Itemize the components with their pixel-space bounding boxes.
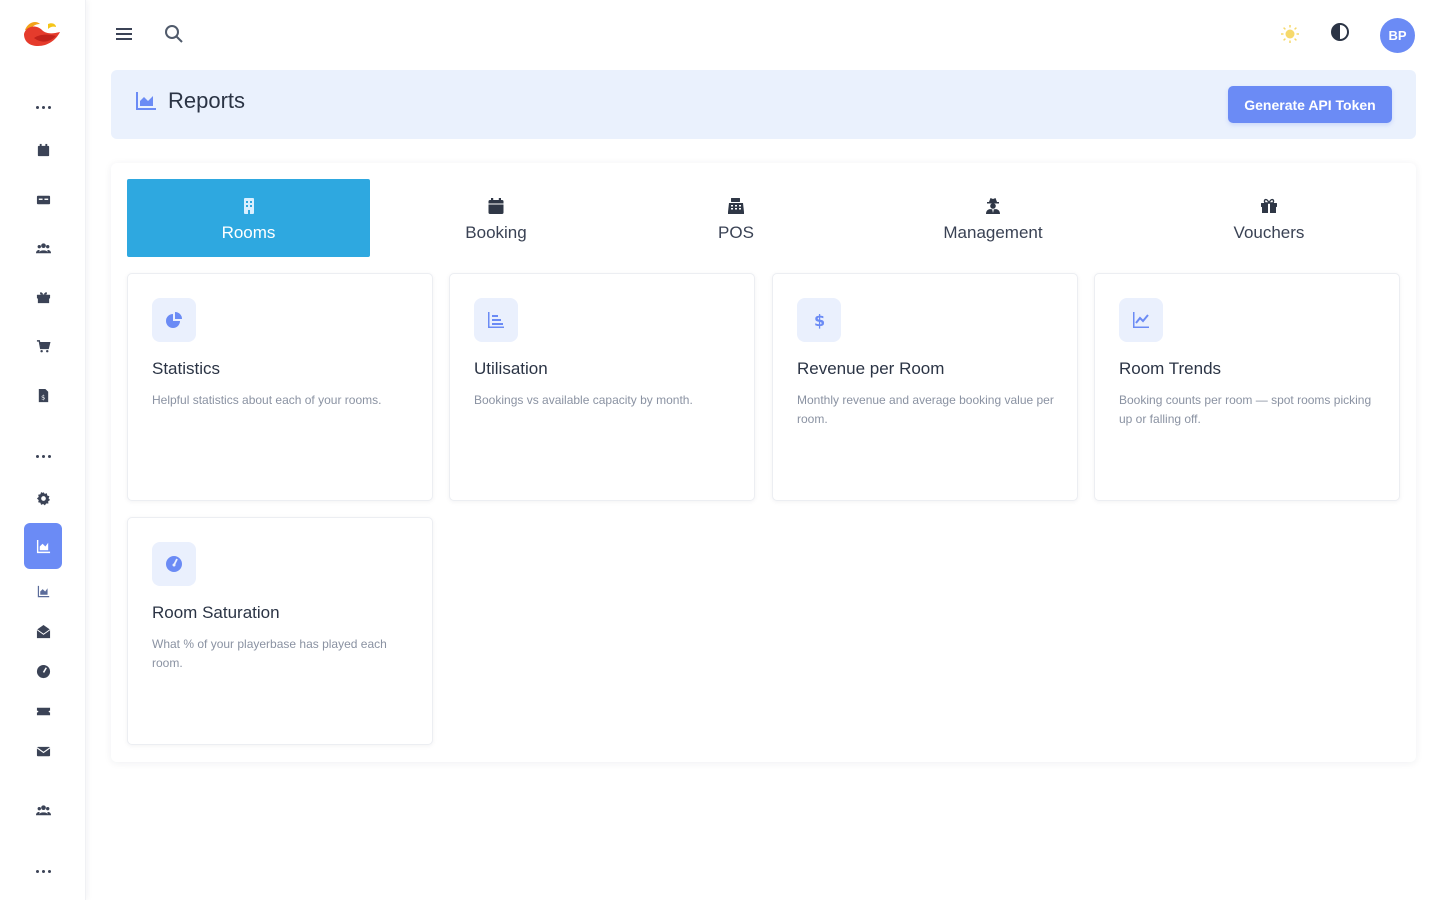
building-icon	[240, 197, 258, 215]
calendar-icon	[37, 143, 49, 156]
svg-text:$: $	[41, 393, 45, 401]
tab-vouchers[interactable]: Vouchers	[1179, 179, 1359, 257]
pie-chart-icon	[152, 298, 196, 342]
card-description: Helpful statistics about each of your ro…	[152, 393, 382, 407]
id-card-icon	[36, 195, 50, 204]
sidebar-item-reports-sub[interactable]	[24, 572, 62, 610]
card-description: What % of your playerbase has played eac…	[152, 637, 387, 670]
area-chart-icon	[136, 92, 156, 110]
app-logo[interactable]	[22, 18, 62, 52]
contrast-toggle-button[interactable]	[1328, 20, 1352, 44]
gift-icon	[1260, 197, 1278, 215]
report-card-statistics[interactable]: Statistics Helpful statistics about each…	[127, 273, 433, 501]
sidebar-item-id-card[interactable]	[24, 180, 62, 218]
sidebar-item-invoice[interactable]: $	[24, 376, 62, 414]
envelope-open-icon	[36, 624, 50, 638]
sidebar-item-gift[interactable]	[24, 278, 62, 316]
sidebar-section-dots	[24, 100, 62, 114]
ticket-icon	[36, 707, 50, 715]
sidebar-item-mail[interactable]	[24, 732, 62, 770]
area-chart-small-icon	[37, 585, 49, 597]
tab-label: POS	[718, 223, 754, 242]
report-card-room-trends[interactable]: Room Trends Booking counts per room — sp…	[1094, 273, 1400, 501]
sidebar-item-reports[interactable]	[24, 523, 62, 569]
card-title: Statistics	[152, 359, 221, 378]
gauge-icon	[36, 664, 50, 678]
menu-toggle-button[interactable]	[112, 22, 136, 46]
report-card-utilisation[interactable]: Utilisation Bookings vs available capaci…	[449, 273, 755, 501]
user-secret-icon	[984, 197, 1002, 215]
area-chart-icon	[36, 539, 50, 553]
gauge-icon	[152, 542, 196, 586]
sidebar-item-settings[interactable]	[24, 479, 62, 517]
theme-toggle-button[interactable]	[1278, 22, 1302, 46]
tab-management[interactable]: Management	[903, 179, 1083, 257]
svg-text:$: $	[814, 311, 825, 329]
tab-pos[interactable]: POS	[646, 179, 826, 257]
gift-icon	[36, 291, 50, 303]
dollar-icon: $	[797, 298, 841, 342]
card-description: Booking counts per room — spot rooms pic…	[1119, 393, 1372, 426]
card-title: Utilisation	[474, 359, 548, 378]
report-card-revenue-per-room[interactable]: $ Revenue per Room Monthly revenue and a…	[772, 273, 1078, 501]
card-description: Monthly revenue and average booking valu…	[797, 393, 1054, 426]
page-header: Reports Generate API Token	[111, 70, 1416, 139]
tab-rooms[interactable]: Rooms	[127, 179, 370, 257]
card-title: Revenue per Room	[797, 359, 945, 378]
sidebar-item-mail-open[interactable]	[24, 612, 62, 650]
tab-label: Vouchers	[1233, 223, 1305, 242]
envelope-icon	[36, 746, 50, 756]
sidebar-item-calendar[interactable]	[24, 131, 62, 169]
sidebar: $	[0, 0, 86, 900]
user-avatar[interactable]: BP	[1380, 18, 1415, 53]
card-title: Room Trends	[1119, 359, 1222, 378]
reports-panel: Rooms Booking POS Management Vouchers St…	[111, 163, 1416, 762]
tab-booking[interactable]: Booking	[406, 179, 586, 257]
card-title: Room Saturation	[152, 603, 280, 622]
report-card-room-saturation[interactable]: Room Saturation What % of your playerbas…	[127, 517, 433, 745]
tab-label: Booking	[465, 223, 527, 242]
sidebar-item-users-group[interactable]	[24, 791, 62, 829]
bar-chart-icon	[474, 298, 518, 342]
tab-label: Rooms	[221, 223, 276, 242]
sun-icon	[1281, 25, 1299, 43]
sidebar-more-dots[interactable]	[24, 864, 62, 878]
search-button[interactable]	[162, 22, 186, 46]
tab-label: Management	[943, 223, 1043, 242]
sidebar-section-dots	[24, 449, 62, 463]
card-description: Bookings vs available capacity by month.	[474, 393, 693, 407]
search-icon	[165, 25, 183, 43]
gear-icon	[36, 491, 50, 505]
hamburger-icon	[116, 28, 132, 40]
sidebar-item-ticket[interactable]	[24, 692, 62, 730]
page-title: Reports	[168, 88, 246, 113]
sidebar-item-cart[interactable]	[24, 327, 62, 365]
invoice-icon: $	[38, 388, 48, 402]
cash-register-icon	[727, 197, 745, 215]
contrast-icon	[1331, 23, 1349, 41]
users-group-icon	[35, 804, 51, 815]
users-icon	[35, 242, 51, 253]
calendar-icon	[487, 197, 505, 215]
cart-icon	[36, 339, 50, 352]
line-chart-icon	[1119, 298, 1163, 342]
sidebar-item-users[interactable]	[24, 229, 62, 267]
generate-api-token-button[interactable]: Generate API Token	[1228, 86, 1392, 123]
sidebar-item-gauge[interactable]	[24, 652, 62, 690]
